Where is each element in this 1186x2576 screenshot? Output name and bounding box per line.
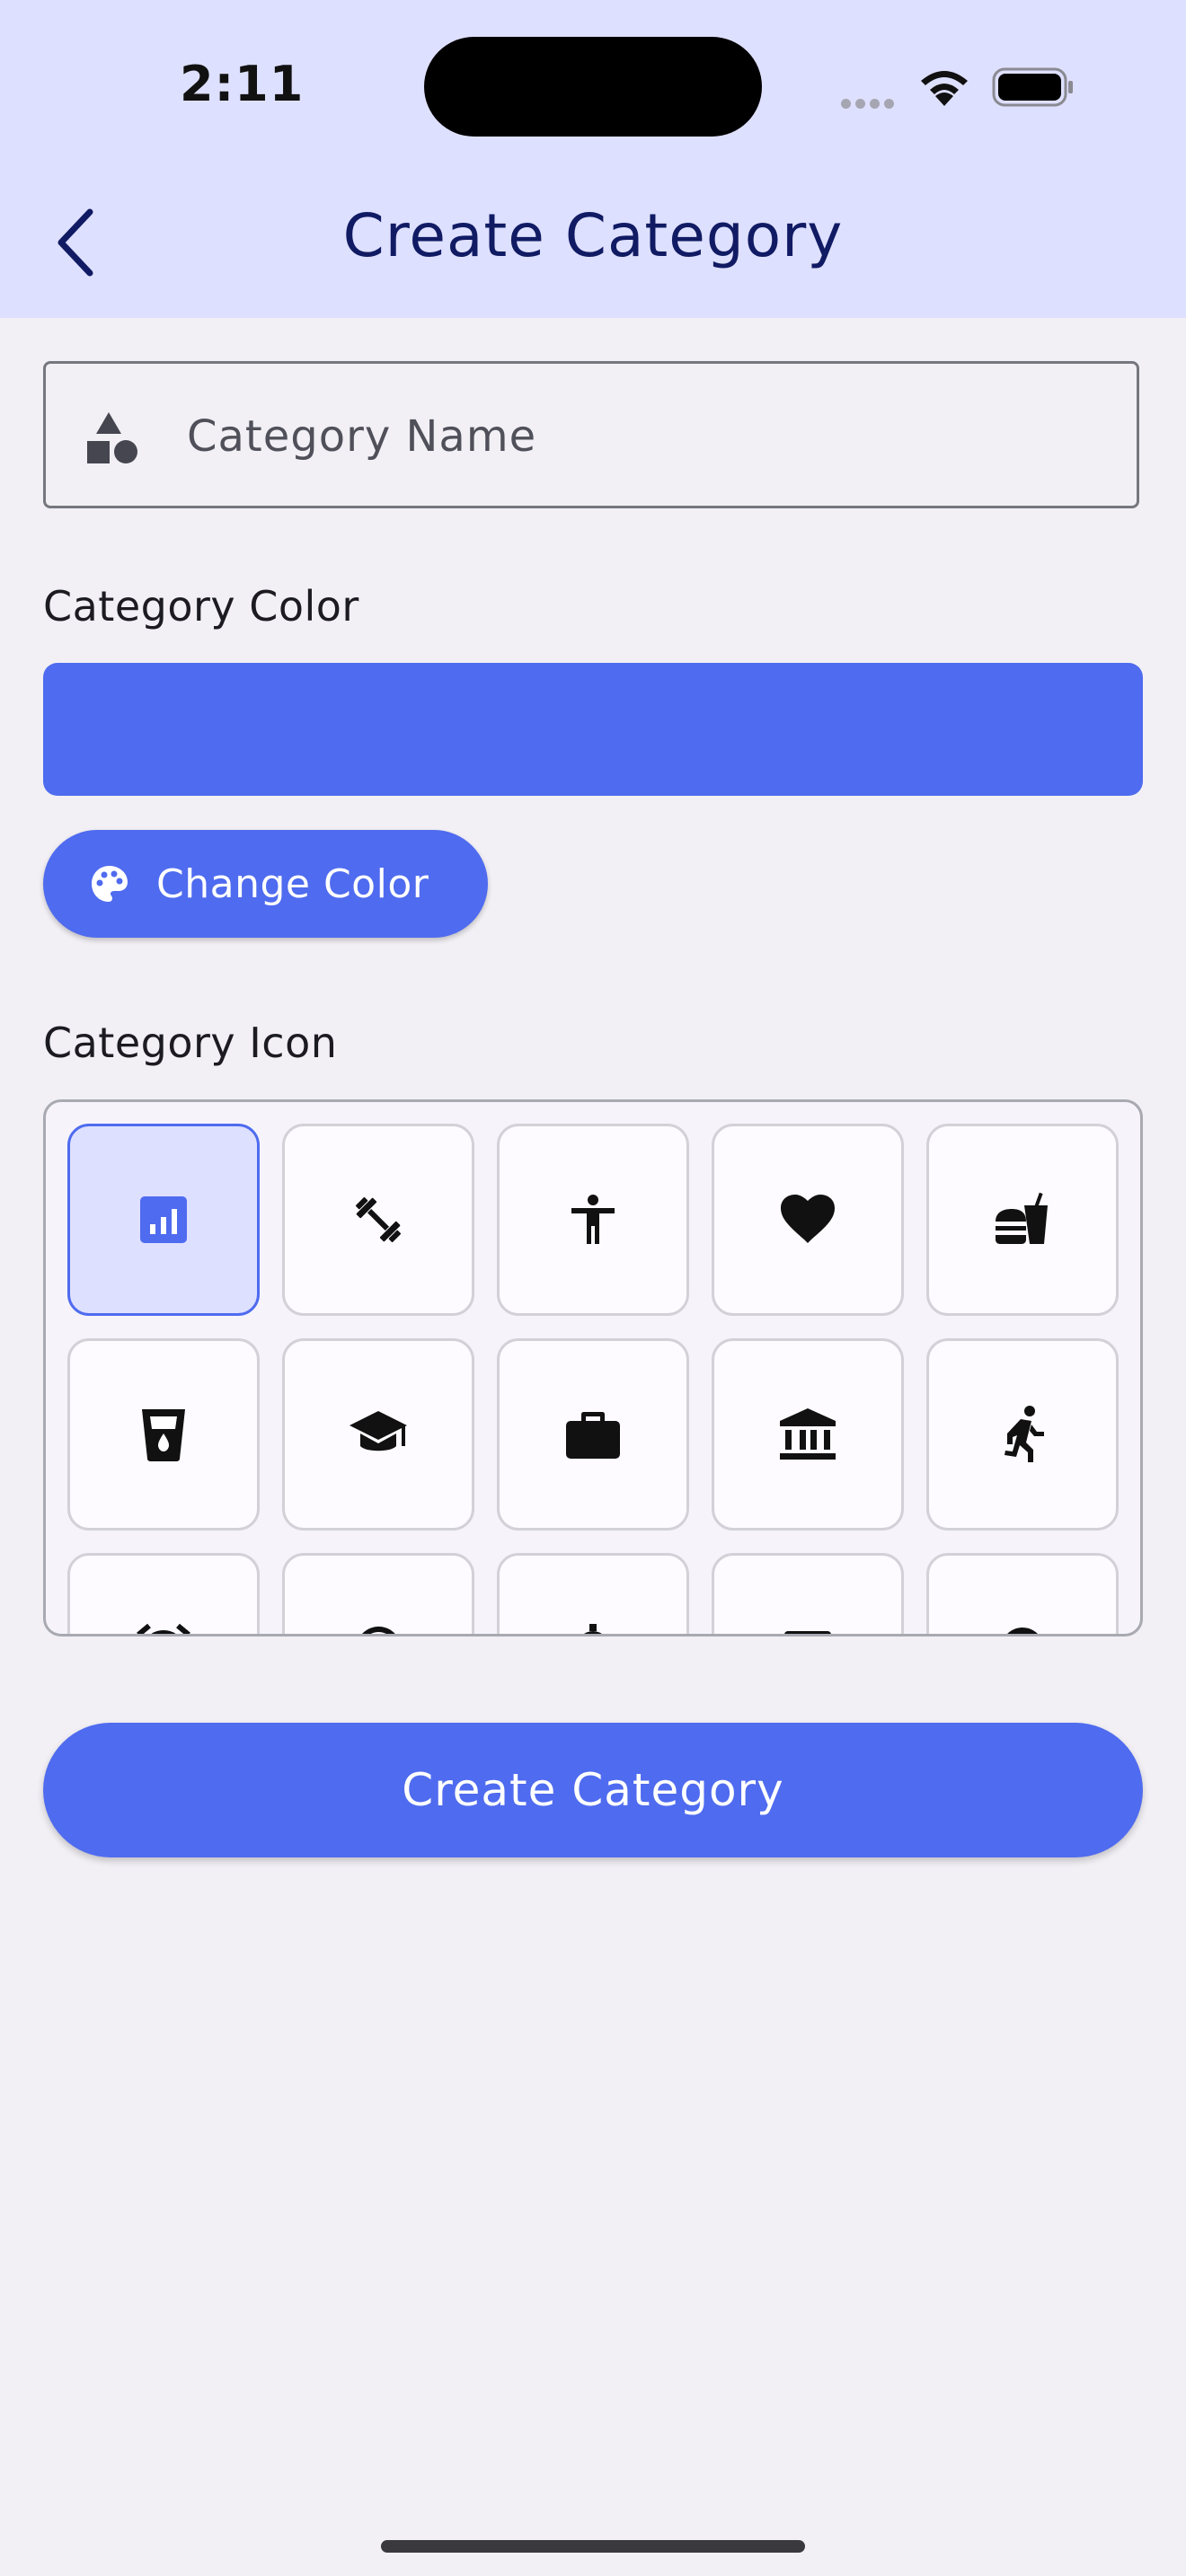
- refresh-icon: [362, 1626, 395, 1634]
- category-color-label: Category Color: [43, 582, 359, 631]
- icon-option-accessibility[interactable]: [497, 1124, 689, 1316]
- page-title: Create Category: [342, 201, 844, 270]
- water-glass-icon: [142, 1409, 185, 1461]
- lightbulb-icon: [584, 1624, 602, 1634]
- icon-option-bar-chart[interactable]: [67, 1124, 260, 1316]
- dumbbell-icon: [355, 1196, 402, 1243]
- fastfood-icon: [996, 1192, 1048, 1244]
- home-indicator: [381, 2540, 805, 2553]
- dynamic-island: [424, 37, 762, 137]
- icon-option-refresh[interactable]: [282, 1553, 474, 1634]
- icon-option-graduation[interactable]: [282, 1338, 474, 1531]
- icon-option-briefcase[interactable]: [497, 1338, 689, 1531]
- running-icon: [1005, 1406, 1044, 1462]
- category-name-field[interactable]: [43, 361, 1139, 508]
- color-preview: [43, 663, 1143, 796]
- app-bar: 2:11 Create Category: [0, 0, 1186, 318]
- change-color-label: Change Color: [156, 860, 429, 907]
- icon-option-clock[interactable]: [926, 1553, 1119, 1634]
- clock-icon: [1007, 1628, 1038, 1634]
- icon-option-heart[interactable]: [712, 1124, 904, 1316]
- icon-option-water-glass[interactable]: [67, 1338, 260, 1531]
- briefcase-icon: [566, 1412, 620, 1459]
- battery-icon: [992, 67, 1073, 107]
- create-category-button[interactable]: Create Category: [43, 1723, 1143, 1857]
- wifi-icon: [921, 71, 968, 106]
- bank-icon: [780, 1408, 836, 1460]
- icon-grid[interactable]: [43, 1099, 1143, 1636]
- icon-option-calendar[interactable]: [712, 1553, 904, 1634]
- palette-icon: [92, 866, 128, 902]
- icon-option-bank[interactable]: [712, 1338, 904, 1531]
- icon-option-dumbbell[interactable]: [282, 1124, 474, 1316]
- alarm-icon: [137, 1623, 190, 1634]
- icon-option-fastfood[interactable]: [926, 1124, 1119, 1316]
- cellular-signal-icon: [841, 95, 898, 112]
- icon-option-running[interactable]: [926, 1338, 1119, 1531]
- icon-option-lightbulb[interactable]: [497, 1553, 689, 1634]
- calendar-icon: [784, 1631, 831, 1634]
- category-icon-label: Category Icon: [43, 1019, 338, 1067]
- bar-chart-icon: [140, 1196, 187, 1243]
- heart-icon: [781, 1195, 835, 1243]
- graduation-cap-icon: [350, 1411, 407, 1451]
- accessibility-icon: [571, 1195, 615, 1244]
- shapes-icon: [87, 412, 137, 463]
- icon-option-alarm[interactable]: [67, 1553, 260, 1634]
- status-time: 2:11: [180, 56, 305, 112]
- change-color-button[interactable]: Change Color: [43, 830, 488, 938]
- category-name-input[interactable]: [185, 400, 1087, 473]
